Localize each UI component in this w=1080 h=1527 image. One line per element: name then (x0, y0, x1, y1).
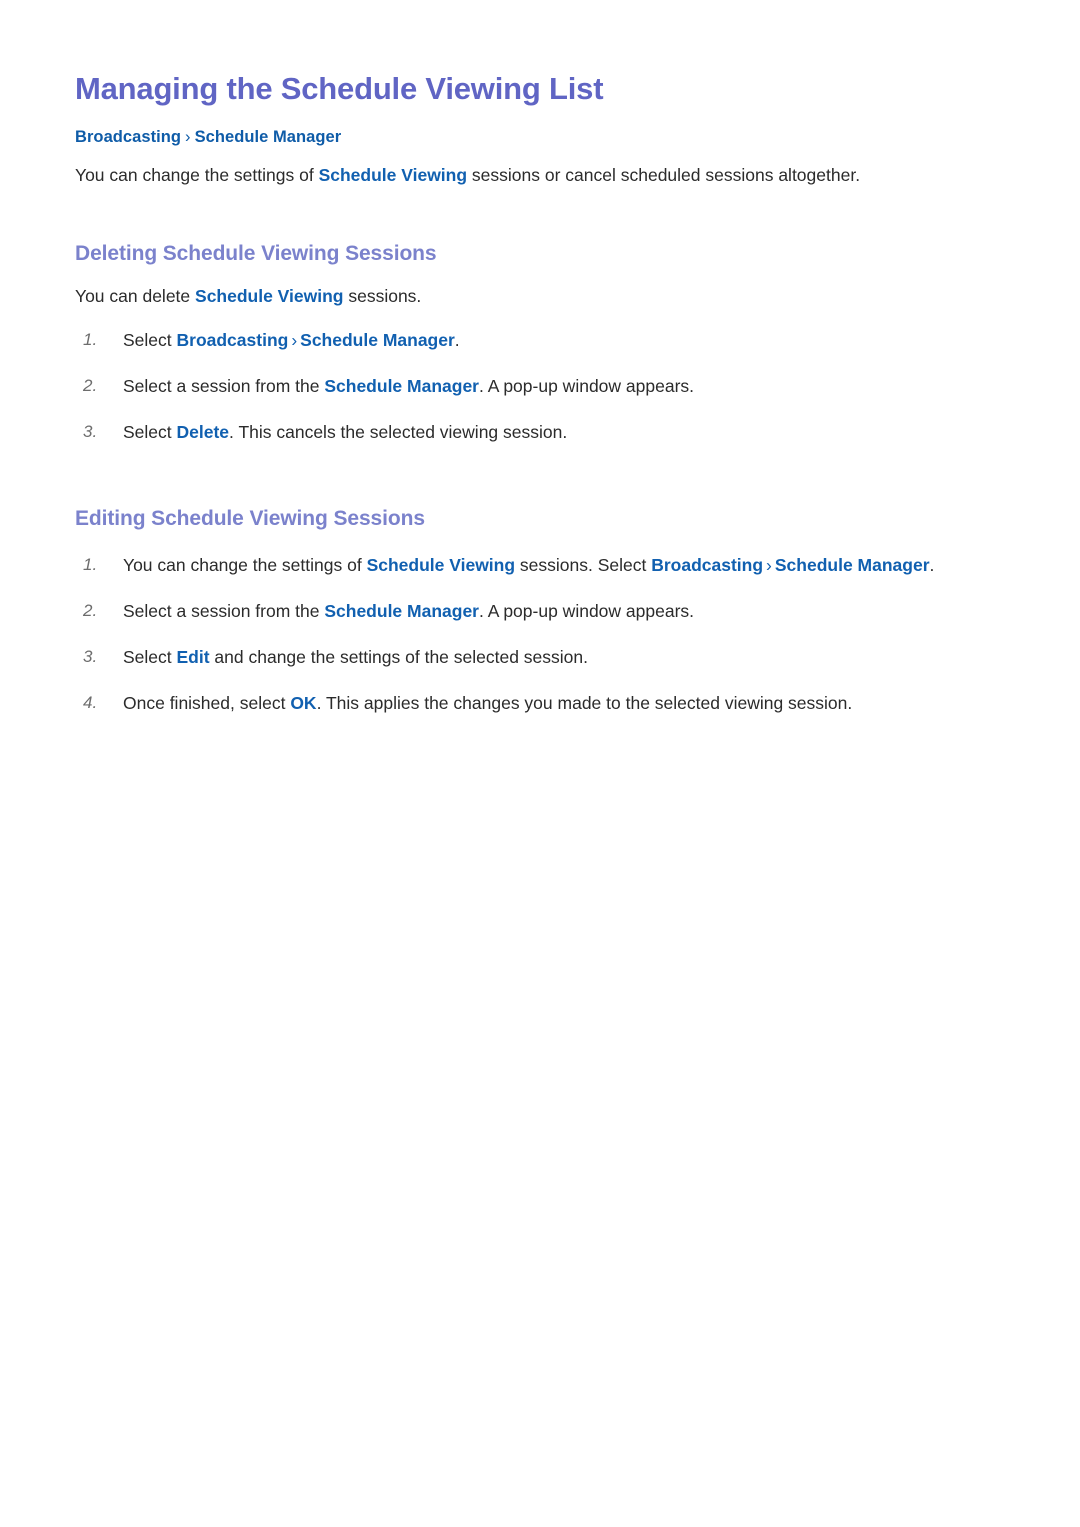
breadcrumb-item-schedule-manager: Schedule Manager (194, 128, 342, 147)
section-lead-deleting: You can delete Schedule Viewing sessions… (75, 284, 980, 309)
list-item-number: 4. (83, 693, 98, 712)
step-text-part2: . A pop-up window appears. (479, 376, 695, 397)
step-keyword-schedule-manager: Schedule Manager (324, 376, 479, 397)
steps-list-deleting: 1. Select Broadcasting › Schedule Manager. … (75, 327, 980, 446)
list-item-number: 2. (83, 376, 98, 396)
list-item: 1. You can change the settings of Schedul… (75, 552, 980, 579)
list-item: 1. Select Broadcasting › Schedule Manager. (75, 327, 980, 354)
breadcrumb-separator-icon: › (185, 128, 191, 147)
list-item: 2. Select a session from the Schedule Man… (75, 373, 980, 400)
step-text-part2: and change the settings of the selected … (209, 646, 589, 667)
section-lead-text-before: You can delete (75, 286, 196, 307)
step-text-part1: Select (123, 646, 177, 667)
step-keyword-ok: OK (290, 693, 317, 713)
step-keyword-schedule-manager: Schedule Manager (774, 554, 930, 575)
intro-text-before: You can change the settings of (75, 164, 319, 185)
steps-list-editing: 1. You can change the settings of Schedul… (75, 552, 980, 718)
list-item-number: 1. (83, 554, 98, 574)
intro-paragraph: You can change the settings of Schedule … (75, 163, 980, 188)
intro-keyword-schedule-viewing: Schedule Viewing (318, 164, 468, 185)
step-text-part1: Select (123, 422, 177, 443)
list-item-number: 1. (83, 330, 98, 350)
step-keyword-delete: Delete (176, 422, 230, 443)
section-lead-keyword-schedule-viewing: Schedule Viewing (195, 286, 344, 307)
step-text-part2: . This cancels the selected viewing sess… (229, 422, 568, 443)
step-separator-icon: › (291, 330, 298, 351)
list-item: 2. Select a session from the Schedule Man… (75, 598, 980, 625)
list-item-number: 3. (83, 422, 98, 442)
step-text-part2: . This applies the changes you made to t… (316, 693, 853, 713)
page-title: Managing the Schedule Viewing List (75, 71, 604, 106)
intro-text-after: sessions or cancel scheduled sessions al… (467, 164, 861, 185)
list-item-number: 2. (83, 600, 98, 620)
list-item: 3. Select Delete. This cancels the select… (75, 419, 980, 446)
step-text-part2: sessions. Select (515, 554, 652, 575)
step-keyword-schedule-viewing: Schedule Viewing (366, 554, 516, 575)
step-keyword-edit: Edit (176, 646, 210, 667)
step-text-part1: You can change the settings of (123, 554, 367, 575)
step-keyword-schedule-manager: Schedule Manager (300, 330, 455, 351)
step-text-part2: . (454, 330, 460, 351)
step-text-part2: . A pop-up window appears. (479, 600, 695, 621)
breadcrumb-item-broadcasting: Broadcasting (75, 128, 182, 147)
document-content: Managing the Schedule Viewing List Broad… (75, 0, 980, 717)
step-separator-icon: › (766, 554, 772, 575)
step-text-part3: . (929, 554, 935, 575)
step-text-part1: Select (123, 330, 177, 351)
step-text-part1: Once finished, select (123, 693, 291, 713)
section-lead-text-after: sessions. (343, 286, 422, 307)
step-text-part1: Select a session from the (123, 600, 325, 621)
breadcrumb: Broadcasting › Schedule Manager (75, 127, 980, 148)
step-keyword-schedule-manager: Schedule Manager (324, 600, 479, 621)
section-heading-deleting: Deleting Schedule Viewing Sessions (75, 242, 437, 265)
step-keyword-broadcasting: Broadcasting (651, 554, 764, 575)
step-text-part1: Select a session from the (123, 376, 325, 397)
step-keyword-broadcasting: Broadcasting (176, 330, 289, 351)
section-heading-editing: Editing Schedule Viewing Sessions (75, 507, 425, 531)
document-page: Managing the Schedule Viewing List Broad… (0, 0, 1080, 1527)
list-item: 3. Select Edit and change the settings of… (75, 644, 980, 671)
list-item-number: 3. (83, 646, 98, 666)
list-item: 4. Once finished, select OK. This applies… (75, 690, 980, 717)
